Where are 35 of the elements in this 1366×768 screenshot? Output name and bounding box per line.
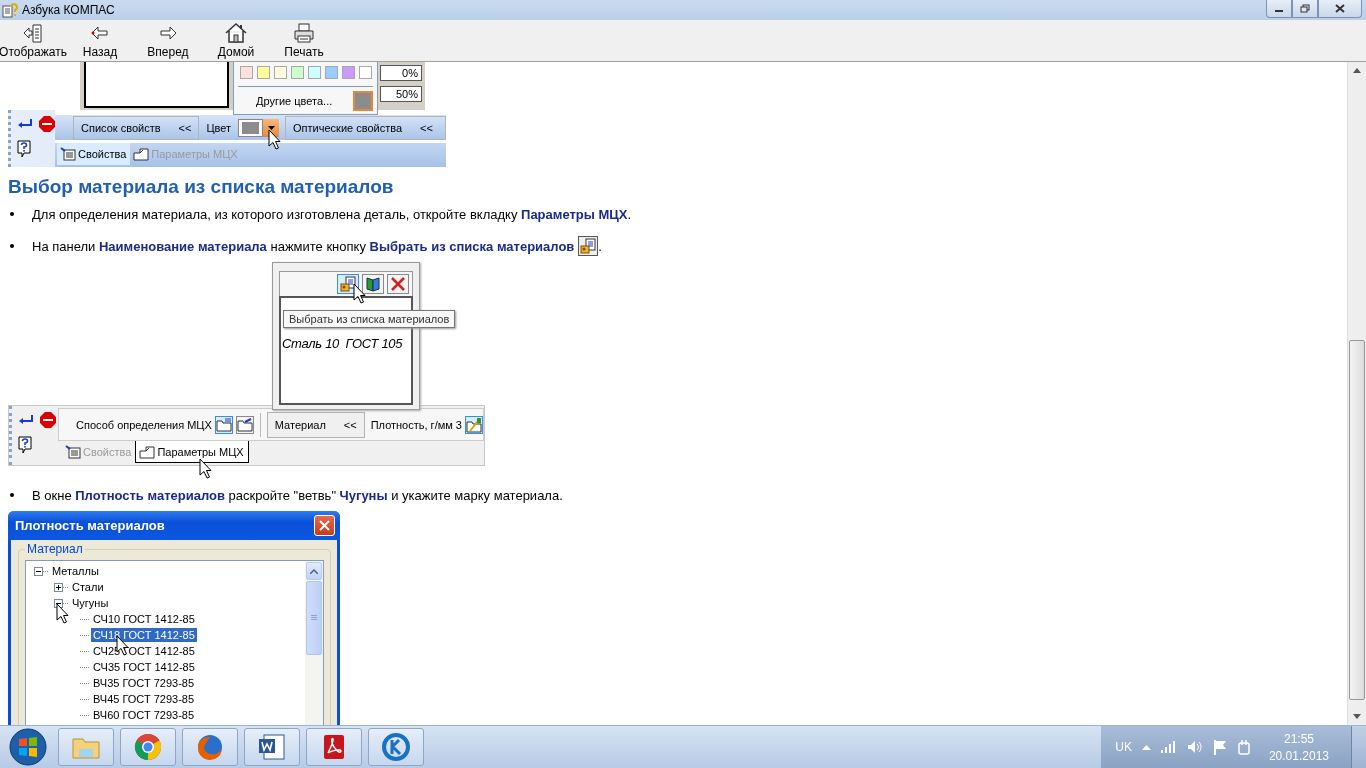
- menu-item[interactable]: Другие цвета...: [256, 95, 333, 107]
- tree-item[interactable]: СЧ18 ГОСТ 1412-85: [91, 628, 197, 642]
- toolbar-button[interactable]: Печать: [270, 20, 338, 61]
- tree-item[interactable]: Стали: [70, 580, 106, 594]
- field-label: Плотность, г/мм 3: [370, 418, 462, 431]
- tree-item[interactable]: СЧ10 ГОСТ 1412-85: [91, 612, 197, 626]
- tree-item[interactable]: Чугуны: [70, 596, 111, 610]
- material-name: Сталь 10 ГОСТ 105: [281, 336, 403, 351]
- tree-item[interactable]: СЧ35 ГОСТ 1412-85: [91, 660, 197, 674]
- window-title: Азбука КОМПАС: [22, 3, 116, 17]
- tooltip: Выбрать из списка материалов: [283, 310, 456, 328]
- input-field[interactable]: 0%: [380, 65, 422, 81]
- input-field[interactable]: 50%: [380, 86, 422, 102]
- period: .: [598, 238, 602, 254]
- panel-button[interactable]: Оптические свойства <<: [285, 115, 446, 140]
- toolbar-button[interactable]: Отображать: [0, 20, 66, 61]
- field-label: Цвет: [205, 121, 233, 134]
- toolbar-button[interactable]: Домой: [202, 20, 270, 61]
- group-label: Материал: [25, 542, 85, 556]
- dialog-title: Плотность материалов: [15, 518, 165, 533]
- panel-button[interactable]: Материал <<: [266, 411, 365, 438]
- paragraph: На панели Наименование материала нажмите кнопку Выбрать из списка материалов: [32, 238, 575, 254]
- tree-item[interactable]: ВЧ35 ГОСТ 7293-85: [91, 676, 197, 690]
- field-label: Способ определения МЦХ: [76, 418, 212, 431]
- paragraph: В окне Плотность материалов раскройте "ветвь" Чугуны и укажите марку материала.: [32, 487, 563, 503]
- paragraph: Для определения материала, из которого изготовлена деталь, откройте вкладку Параметры МЦХ.: [32, 206, 632, 222]
- toolbar-button[interactable]: Назад: [66, 20, 134, 61]
- tab[interactable]: Свойства: [57, 143, 131, 165]
- tree-item[interactable]: ВЧ60 ГОСТ 7293-85: [91, 708, 197, 722]
- tab[interactable]: Параметры МЦХ: [135, 441, 249, 464]
- heading: Выбор материала из списка материалов: [8, 176, 395, 198]
- tree-item[interactable]: Металлы: [50, 564, 101, 578]
- tree-item[interactable]: ВЧ45 ГОСТ 7293-85: [91, 692, 197, 706]
- toolbar-button[interactable]: Вперед: [134, 20, 202, 61]
- panel-button[interactable]: Список свойств <<: [73, 115, 200, 140]
